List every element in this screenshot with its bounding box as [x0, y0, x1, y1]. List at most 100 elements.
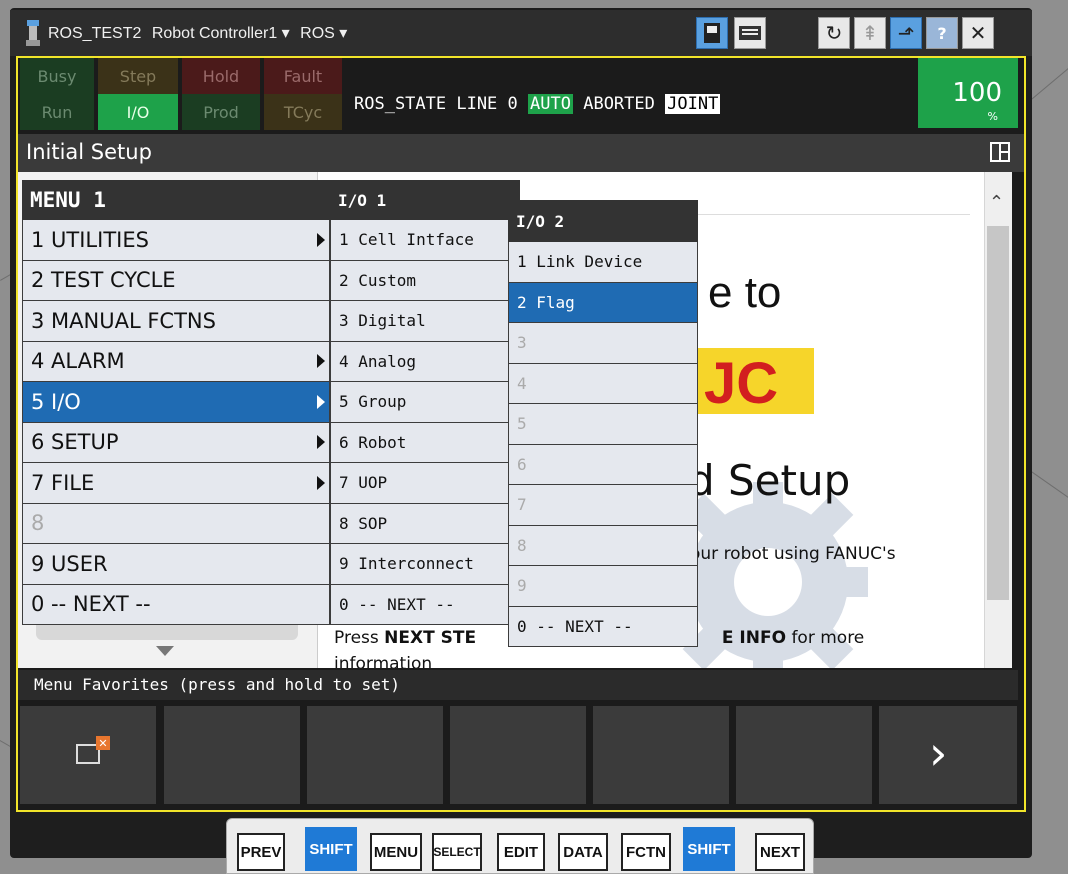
favorite-slot-close-window[interactable]: ✕: [20, 706, 156, 804]
menu-item-next[interactable]: 0 -- NEXT --: [22, 584, 330, 625]
pendant-view-button[interactable]: [696, 17, 728, 49]
next-key[interactable]: NEXT: [755, 833, 805, 871]
menu-item-test-cycle[interactable]: 2 TEST CYCLE: [22, 260, 330, 301]
io-item-label: 3 Digital: [339, 311, 426, 331]
menu-item-label: 2 TEST CYCLE: [31, 268, 176, 293]
io2-item-flag[interactable]: 2 Flag: [508, 282, 698, 323]
menu-item-utilities[interactable]: 1 UTILITIES: [22, 220, 330, 261]
edit-key[interactable]: EDIT: [497, 833, 545, 871]
menu-item-file[interactable]: 7 FILE: [22, 463, 330, 504]
prev-key[interactable]: PREV: [237, 833, 285, 871]
status-line: ROS_STATE LINE 0 AUTO ABORTED JOINT: [354, 94, 721, 114]
status-prod: Prod: [182, 94, 260, 130]
io2-item-8: 8: [508, 525, 698, 566]
menu-item-label: 1 UTILITIES: [31, 227, 149, 252]
io-item-custom[interactable]: 2 Custom: [330, 260, 520, 301]
status-io: I/O: [98, 94, 178, 130]
top-bar: ROS_TEST2 Robot Controller1 ▾ ROS ▾ ↻ ⇞ …: [10, 10, 1032, 56]
menu-header: MENU 1: [22, 180, 330, 220]
expand-button[interactable]: ⬏: [890, 17, 922, 49]
menu-item-label: 9 USER: [31, 551, 108, 576]
joint-badge: JOINT: [665, 94, 721, 114]
page-title: Initial Setup: [26, 140, 152, 164]
fctn-key[interactable]: FCTN: [621, 833, 671, 871]
io-item-digital[interactable]: 3 Digital: [330, 301, 520, 342]
favorite-slot-5[interactable]: [593, 706, 729, 804]
io-item-label: 6 Robot: [339, 432, 407, 452]
io2-item-next[interactable]: 0 -- NEXT --: [508, 606, 698, 647]
status-line-prefix: ROS_STATE LINE 0: [354, 94, 518, 114]
pendant-icon: [704, 23, 720, 43]
page-title-bar: Initial Setup: [18, 134, 1024, 172]
jog-icon: ⇞: [861, 21, 879, 45]
io2-item-link-device[interactable]: 1 Link Device: [508, 242, 698, 283]
jog-button[interactable]: ⇞: [854, 17, 886, 49]
help-icon: ?: [937, 23, 947, 43]
menu-item-setup[interactable]: 6 SETUP: [22, 422, 330, 463]
menu-item-8: 8: [22, 503, 330, 544]
menu-item-alarm[interactable]: 4 ALARM: [22, 341, 330, 382]
close-button[interactable]: ✕: [962, 17, 994, 49]
io-item-uop[interactable]: 7 UOP: [330, 463, 520, 504]
auto-badge: AUTO: [528, 94, 573, 114]
io-item-robot[interactable]: 6 Robot: [330, 422, 520, 463]
keyboard-button[interactable]: [734, 17, 766, 49]
hard-key-bar: PREV SHIFT MENU SELECT EDIT DATA FCTN SH…: [226, 818, 814, 874]
favorites-label: Menu Favorites (press and hold to set): [34, 675, 401, 694]
submenu-arrow-icon: [317, 394, 325, 409]
override-display[interactable]: 100 %: [918, 58, 1018, 128]
io-item-sop[interactable]: 8 SOP: [330, 503, 520, 544]
io2-item-5: 5: [508, 404, 698, 445]
vertical-scrollbar[interactable]: ⌃: [984, 172, 1012, 668]
io-item-interconnect[interactable]: 9 Interconnect: [330, 544, 520, 585]
io-item-next[interactable]: 0 -- NEXT --: [330, 584, 520, 625]
title-bar: ROS_TEST2 Robot Controller1 ▾ ROS ▾: [48, 23, 353, 43]
refresh-icon: ↻: [825, 21, 843, 45]
io-item-group[interactable]: 5 Group: [330, 382, 520, 423]
select-key[interactable]: SELECT: [432, 833, 482, 871]
instruction-info: E INFO: [721, 628, 787, 648]
scroll-thumb[interactable]: [987, 226, 1009, 600]
chevron-right-icon: ›: [929, 726, 948, 780]
main-menu: MENU 1 1 UTILITIES 2 TEST CYCLE 3 MANUAL…: [22, 180, 330, 625]
close-icon: ✕: [969, 21, 987, 45]
status-step: Step: [98, 58, 178, 94]
status-tcyc: TCyc: [264, 94, 342, 130]
io-item-label: 4 Analog: [339, 351, 417, 371]
shift-key-right[interactable]: SHIFT: [683, 827, 735, 871]
override-unit: %: [987, 110, 998, 123]
favorite-slot-2[interactable]: [164, 706, 300, 804]
scroll-down-icon[interactable]: [156, 646, 174, 656]
menu-item-io[interactable]: 5 I/O: [22, 382, 330, 423]
io-submenu-2: I/O 2 1 Link Device 2 Flag 3 4 5 6 7 8 9…: [508, 200, 698, 647]
instruction-next-step: NEXT STE: [384, 628, 477, 648]
ros-dropdown[interactable]: ROS ▾: [300, 25, 347, 42]
status-run: Run: [20, 94, 94, 130]
menu-key[interactable]: MENU: [370, 833, 422, 871]
refresh-button[interactable]: ↻: [818, 17, 850, 49]
setup-heading: d Setup: [688, 456, 851, 505]
favorites-next-button[interactable]: ›: [879, 706, 1017, 804]
shift-key-left[interactable]: SHIFT: [305, 827, 357, 871]
background-line: [1029, 470, 1068, 506]
io-item-analog[interactable]: 4 Analog: [330, 341, 520, 382]
program-name[interactable]: ROS_TEST2: [48, 25, 141, 42]
io2-item-9: 9: [508, 566, 698, 607]
io-item-cell-intface[interactable]: 1 Cell Intface: [330, 220, 520, 261]
close-window-icon: ✕: [96, 736, 110, 750]
favorite-slot-3[interactable]: [307, 706, 443, 804]
data-key[interactable]: DATA: [558, 833, 608, 871]
controller-dropdown[interactable]: Robot Controller1 ▾: [152, 25, 290, 42]
scroll-up-icon[interactable]: ⌃: [989, 192, 1004, 213]
menu-item-manual-fctns[interactable]: 3 MANUAL FCTNS: [22, 301, 330, 342]
favorite-slot-4[interactable]: [450, 706, 586, 804]
override-value: 100: [952, 78, 1002, 108]
layout-icon[interactable]: [990, 142, 1010, 162]
help-button[interactable]: ?: [926, 17, 958, 49]
menu-item-label: 0 -- NEXT --: [31, 592, 151, 617]
menu-item-user[interactable]: 9 USER: [22, 544, 330, 585]
favorite-slot-6[interactable]: [736, 706, 872, 804]
submenu-arrow-icon: [317, 435, 325, 450]
menu-item-label: 7 FILE: [31, 470, 95, 495]
io-item-label: 5 Group: [339, 392, 407, 412]
